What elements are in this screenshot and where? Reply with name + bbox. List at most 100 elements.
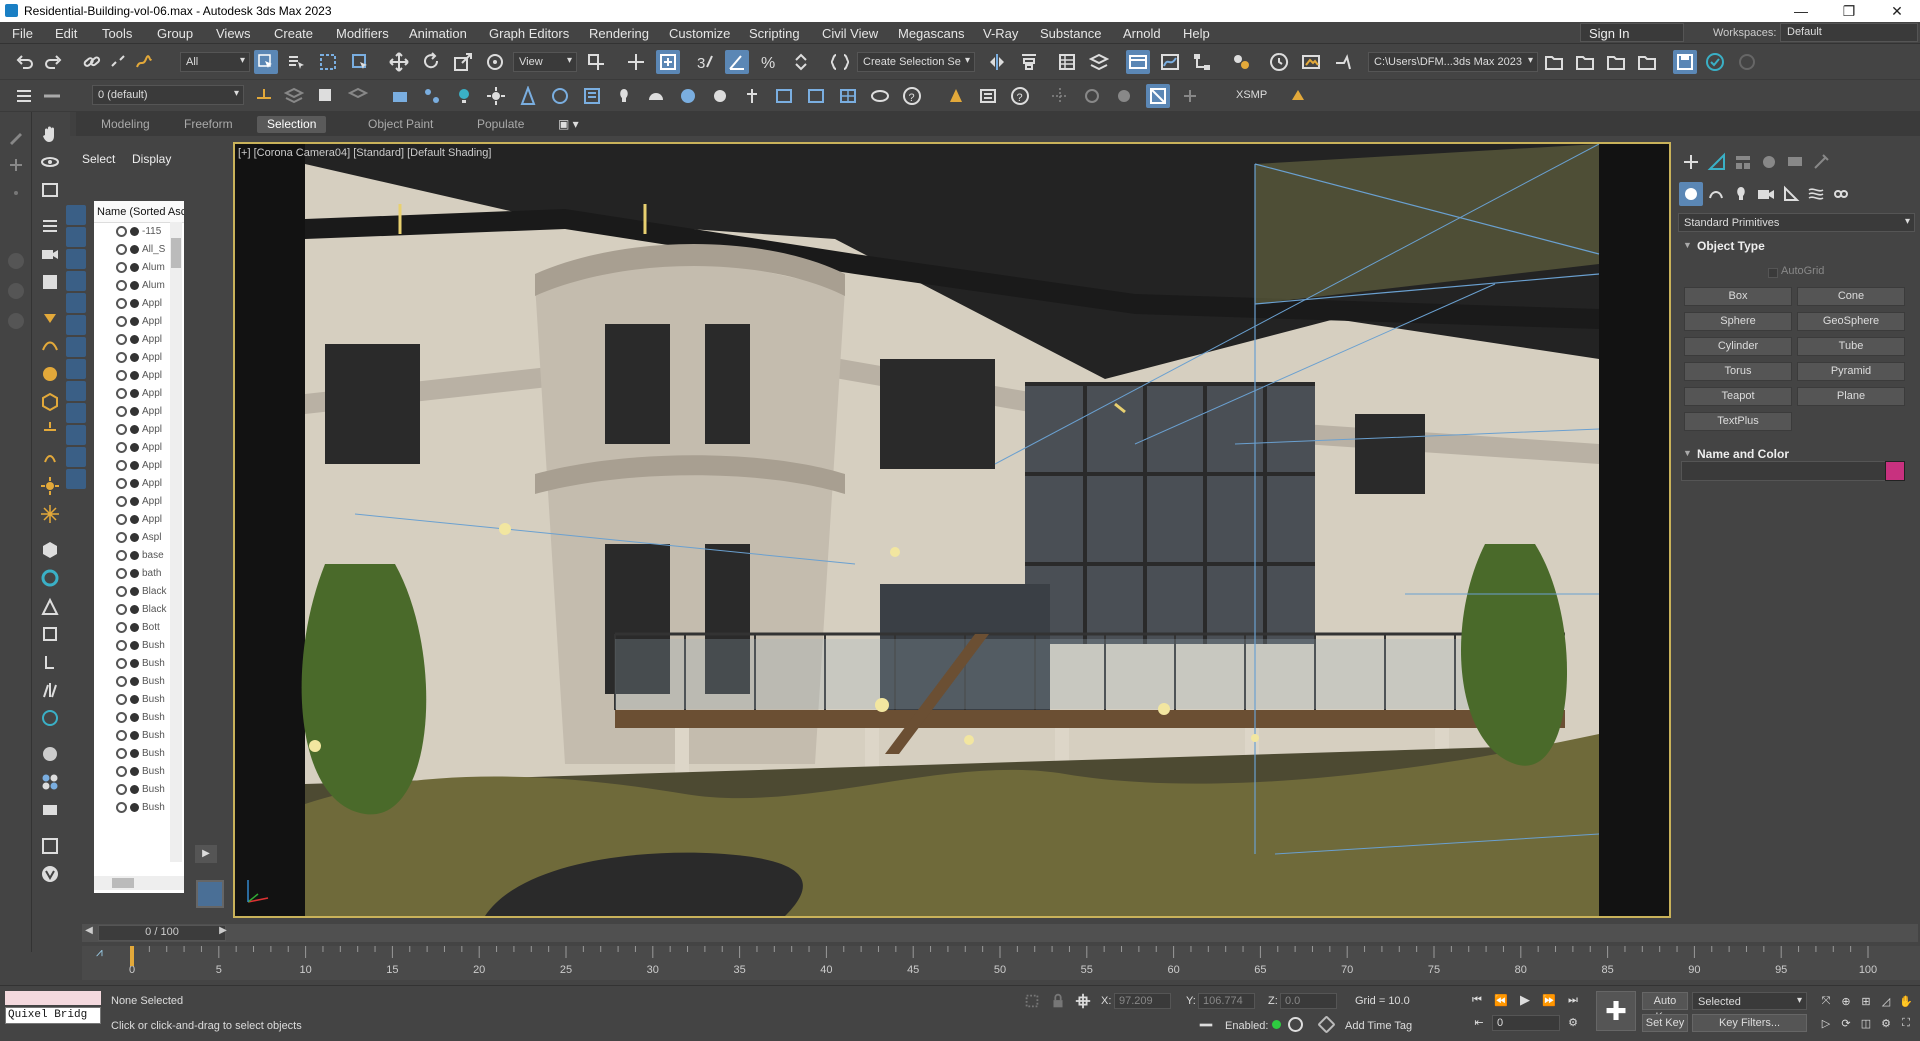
plane-button[interactable]: Plane [1797,387,1905,406]
material-editor-icon[interactable] [1229,50,1253,74]
freeze-dot-icon[interactable] [130,803,139,812]
scene-explorer-toggle-icon[interactable] [1055,50,1079,74]
auto-key-button[interactable]: Auto Key [1642,992,1688,1023]
pyramid-button[interactable]: Pyramid [1797,362,1905,381]
menu-vray[interactable]: V-Ray [983,26,1018,41]
visibility-eye-icon[interactable] [116,604,127,615]
freeze-dot-icon[interactable] [130,515,139,524]
menu-graph-editors[interactable]: Graph Editors [489,26,569,41]
geosphere-button[interactable]: GeoSphere [1797,312,1905,331]
material-sphere-icon[interactable] [38,742,62,766]
modify-tab-icon[interactable] [1705,150,1729,174]
freeze-dot-icon[interactable] [130,659,139,668]
freeze-dot-icon[interactable] [130,767,139,776]
key-filters-button[interactable]: Key Filters... [1692,1014,1807,1032]
undo-icon[interactable] [12,50,36,74]
list-view-icon[interactable] [38,214,62,238]
menu-customize[interactable]: Customize [669,26,730,41]
freeze-dot-icon[interactable] [130,677,139,686]
viewport[interactable] [231,142,1671,918]
dot-small-icon[interactable] [4,181,28,205]
unlink-icon[interactable] [106,50,130,74]
scale-icon[interactable] [451,50,475,74]
time-prev-icon[interactable]: ◀ [82,925,96,941]
orbit-subobject-icon[interactable]: ⚙ [1878,1015,1894,1031]
circle-tool-3-icon[interactable] [4,309,28,333]
bind-spacewarp-icon[interactable] [132,50,156,74]
schematic-view-icon[interactable] [1190,50,1214,74]
filter-geometry-icon[interactable] [66,205,86,225]
go-to-end-icon[interactable]: ⏭ [1564,991,1582,1009]
filter-shapes-icon[interactable] [66,227,86,247]
visibility-eye-icon[interactable] [116,532,127,543]
visibility-eye-icon[interactable] [116,514,127,525]
visibility-eye-icon[interactable] [116,730,127,741]
filter-lights-icon[interactable] [66,249,86,269]
scene-select-tab[interactable]: Select [82,152,115,166]
time-slider-track[interactable]: ◀ 0 / 100 ▶ [82,924,1918,942]
skylight-icon[interactable] [38,502,62,526]
vray-physical-camera-icon[interactable] [740,84,764,108]
key-mode-toggle-icon[interactable]: ⇤ [1470,1013,1488,1031]
orbit-view-icon[interactable]: ⟳ [1838,1015,1854,1031]
visibility-eye-icon[interactable] [116,802,127,813]
freeze-dot-icon[interactable] [130,353,139,362]
project-icon[interactable] [1604,50,1628,74]
vray-icon[interactable] [38,862,62,886]
snap-pivot-icon[interactable] [1146,84,1170,108]
filter-containers-icon[interactable] [66,403,86,423]
omni-light-icon[interactable] [38,446,62,470]
foliage-icon[interactable] [38,706,62,730]
curve-editor-icon[interactable] [1158,50,1182,74]
create-layer-icon[interactable] [252,84,276,108]
menu-scripting[interactable]: Scripting [749,26,800,41]
selection-filter-dropdown[interactable]: All [180,52,250,72]
helpers-tab-icon[interactable] [1779,182,1803,206]
vray-fur-icon[interactable] [772,84,796,108]
menu-animation[interactable]: Animation [409,26,467,41]
hierarchy-tab-icon[interactable] [1731,150,1755,174]
add-time-tag-button[interactable]: Add Time Tag [1345,1020,1412,1032]
hierarchy-icon[interactable] [38,650,62,674]
save-folder-icon[interactable] [1573,50,1597,74]
window-crossing-icon[interactable] [348,50,372,74]
set-key-button[interactable]: Set Key [1642,1014,1688,1032]
freeze-dot-icon[interactable] [130,245,139,254]
object-type-rollout[interactable]: Object Type [1697,239,1765,253]
menu-file[interactable]: File [12,26,33,41]
absolute-mode-icon[interactable] [1074,992,1092,1010]
visibility-eye-icon[interactable] [116,694,127,705]
create-icon[interactable] [4,153,28,177]
object-color-swatch[interactable] [1885,461,1905,481]
place-icon[interactable] [483,50,507,74]
modeling-tool-icon[interactable] [388,84,412,108]
freeze-dot-icon[interactable] [130,389,139,398]
tab-populate[interactable]: Populate [467,116,534,133]
lights-tab-icon[interactable] [1729,182,1753,206]
vray-lights-icon[interactable] [612,84,636,108]
percent-snap-icon[interactable]: % [757,50,781,74]
rectangular-selection-icon[interactable] [316,50,340,74]
utilities-tab-icon[interactable] [1809,150,1833,174]
select-in-layer-icon[interactable] [346,84,370,108]
angle-snap-icon[interactable] [725,50,749,74]
snap-face-icon[interactable] [1112,84,1136,108]
visibility-eye-icon[interactable] [116,550,127,561]
visibility-eye-icon[interactable] [116,712,127,723]
walk-through-icon[interactable]: ◫ [1858,1015,1874,1031]
vray-proxy-icon[interactable] [708,84,732,108]
layer-explorer-icon[interactable] [1087,50,1111,74]
isolate-selection-icon[interactable] [1023,992,1041,1010]
xsmp-label[interactable]: XSMP [1236,89,1267,101]
visibility-eye-icon[interactable] [116,640,127,651]
sign-in-dropdown[interactable]: Sign In [1580,23,1684,42]
freeze-dot-icon[interactable] [130,407,139,416]
layer-visibility-icon[interactable] [40,84,64,108]
time-tag-icon[interactable] [1317,1015,1336,1034]
play-icon[interactable]: ▶ [1516,991,1534,1009]
visibility-eye-icon[interactable] [116,226,127,237]
time-configuration-icon[interactable]: ⚙ [1564,1013,1582,1031]
box-button[interactable]: Box [1684,287,1792,306]
menu-substance[interactable]: Substance [1040,26,1101,41]
utility-icon[interactable] [38,798,62,822]
